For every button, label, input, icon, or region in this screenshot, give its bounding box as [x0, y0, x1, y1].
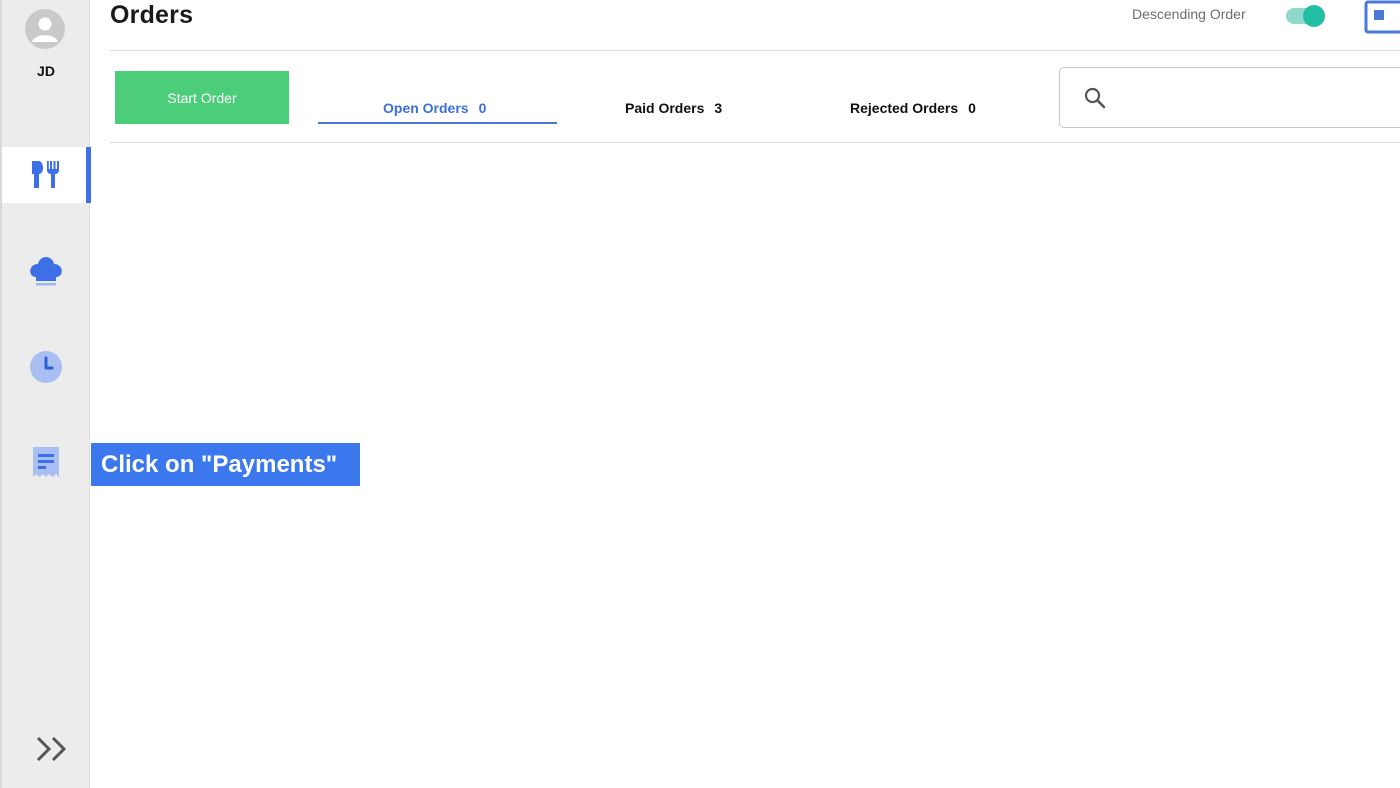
- tab-paid-orders[interactable]: Paid Orders 3: [625, 100, 722, 116]
- sort-order-toggle[interactable]: [1286, 5, 1325, 27]
- sort-order-label: Descending Order: [1132, 6, 1246, 22]
- tab-label: Paid Orders: [625, 100, 705, 116]
- chef-hat-icon: [30, 257, 62, 286]
- grid-view-icon: [1364, 0, 1400, 34]
- sidebar-item-dine-in[interactable]: [2, 147, 91, 203]
- start-order-button[interactable]: Start Order: [115, 71, 289, 124]
- tab-label: Rejected Orders: [850, 100, 959, 116]
- tab-open-orders[interactable]: Open Orders 0: [383, 100, 486, 116]
- receipt-icon: [33, 447, 59, 477]
- double-chevron-right-icon: [36, 736, 67, 762]
- tab-label: Open Orders: [383, 100, 469, 116]
- header-divider: [110, 50, 1400, 51]
- tab-count: 0: [968, 100, 976, 116]
- search-input[interactable]: [1118, 80, 1392, 118]
- sidebar: JD: [0, 0, 91, 788]
- app-frame: JD Orders Descending Order Start Order O…: [0, 0, 1400, 788]
- user-initials: JD: [37, 63, 55, 79]
- tab-count: 0: [478, 100, 487, 116]
- tab-rejected-orders[interactable]: Rejected Orders 0: [850, 100, 976, 116]
- search-icon: [1084, 87, 1106, 109]
- user-icon: [32, 17, 58, 42]
- toolbar-divider: [110, 142, 1400, 143]
- sidebar-item-payments[interactable]: [2, 435, 90, 491]
- toggle-knob: [1303, 5, 1325, 27]
- clock-icon: [30, 351, 62, 383]
- view-mode-button[interactable]: [1364, 0, 1400, 34]
- sidebar-item-history[interactable]: [2, 339, 90, 395]
- utensils-icon: [32, 161, 59, 188]
- avatar[interactable]: [25, 9, 65, 49]
- sidebar-item-kitchen[interactable]: [2, 242, 90, 298]
- active-tab-indicator: [318, 122, 557, 124]
- page-title: Orders: [110, 1, 194, 29]
- tutorial-tooltip: Click on "Payments": [91, 443, 360, 486]
- expand-sidebar-button[interactable]: [32, 732, 72, 766]
- tab-count: 3: [714, 100, 723, 116]
